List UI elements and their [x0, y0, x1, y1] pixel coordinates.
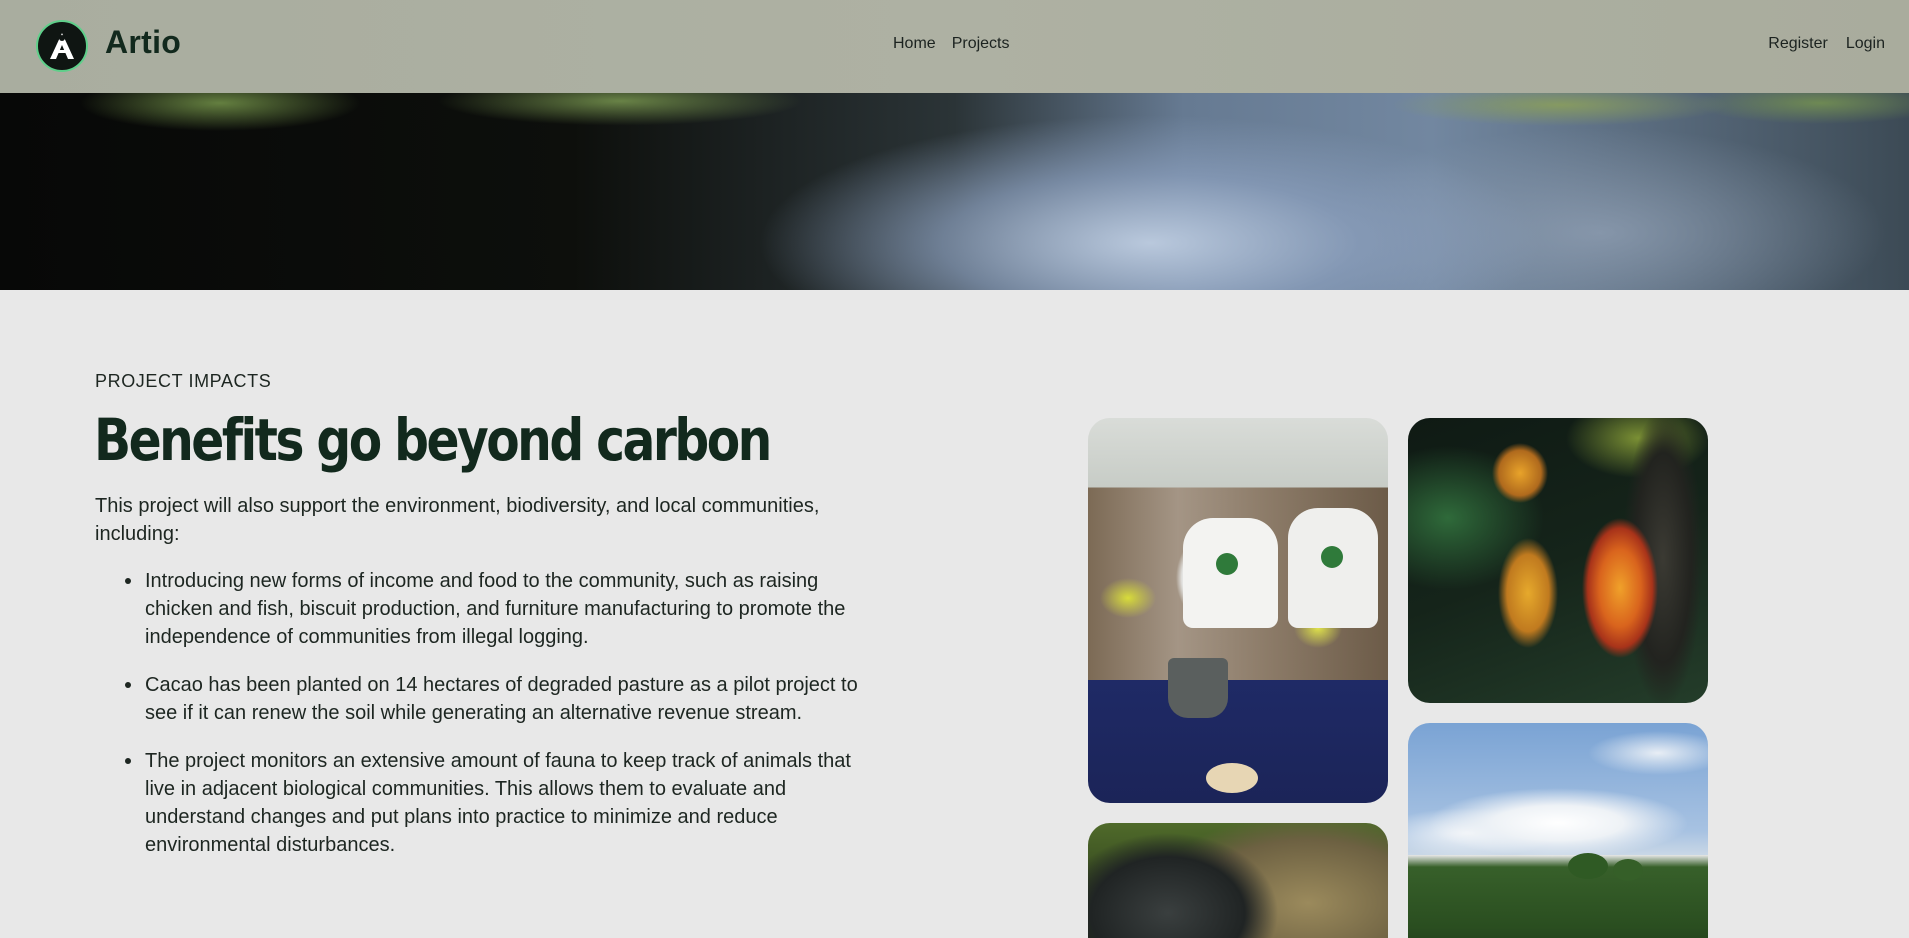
photo-detail — [1613, 859, 1643, 881]
section-headline: Benefits go beyond carbon — [94, 406, 772, 474]
photo-detail — [1568, 853, 1608, 879]
photo-detail — [1288, 508, 1378, 628]
section-eyebrow: PROJECT IMPACTS — [95, 371, 272, 391]
river-forest-photo — [1408, 723, 1708, 938]
auth-nav: Register Login — [1768, 35, 1885, 53]
impact-list: Introducing new forms of income and food… — [125, 567, 875, 879]
monkey-photo — [1088, 823, 1388, 938]
section-intro: This project will also support the envir… — [95, 495, 820, 545]
login-link[interactable]: Login — [1846, 35, 1885, 53]
hero-foliage — [0, 93, 1909, 153]
impact-list-item: The project monitors an extensive amount… — [125, 747, 875, 859]
nav-projects-link[interactable]: Projects — [952, 35, 1010, 53]
photo-detail — [1321, 546, 1343, 568]
impact-list-item: Cacao has been planted on 14 hectares of… — [125, 671, 875, 727]
cacao-pods-photo — [1408, 418, 1708, 703]
main-nav: Home Projects — [893, 35, 1009, 53]
navbar: Artio Home Projects Register Login — [0, 0, 1909, 93]
photo-detail — [1168, 658, 1228, 718]
impact-list-item: Introducing new forms of income and food… — [125, 567, 875, 651]
photo-detail — [1206, 763, 1258, 793]
register-link[interactable]: Register — [1768, 35, 1828, 53]
nav-home-link[interactable]: Home — [893, 35, 936, 53]
photo-detail — [1216, 553, 1238, 575]
logo-glyph — [50, 33, 74, 59]
brand-name[interactable]: Artio — [105, 24, 181, 61]
artio-logo-icon[interactable] — [36, 20, 88, 72]
community-workshop-photo — [1088, 418, 1388, 803]
